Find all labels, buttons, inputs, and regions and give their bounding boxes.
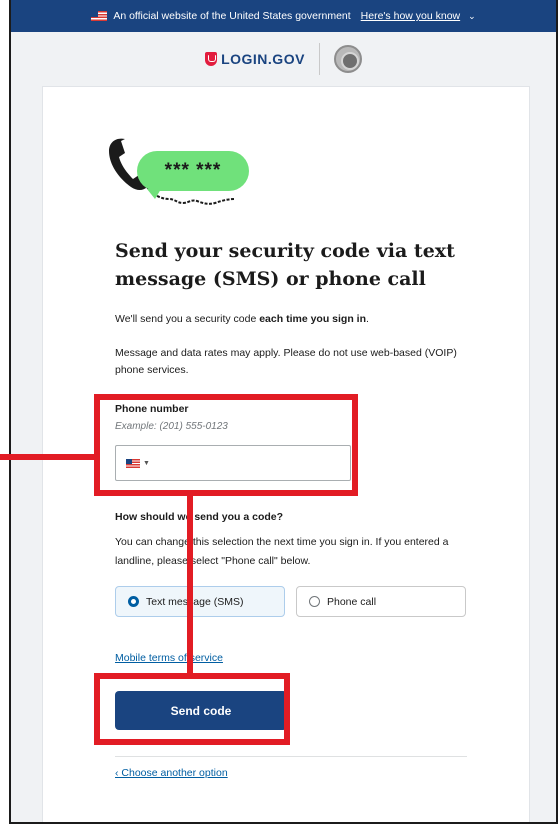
radio-text-message-label: Text message (SMS): [146, 595, 244, 608]
annotation-connector-horizontal: [0, 454, 94, 460]
intro-bold: each time you sign in: [259, 313, 366, 325]
site-header: LOGIN.GOV: [11, 32, 556, 86]
radio-phone-call[interactable]: Phone call: [296, 586, 466, 617]
chevron-down-icon[interactable]: ⌄: [468, 11, 476, 22]
radio-selected-icon[interactable]: [128, 596, 139, 607]
code-speech-bubble: *** ***: [137, 151, 249, 199]
rates-notice: Message and data rates may apply. Please…: [115, 347, 457, 376]
login-gov-logo[interactable]: LOGIN.GOV: [205, 51, 305, 67]
header-divider: [318, 43, 320, 75]
annotation-box-send: [94, 673, 290, 745]
page-title: Send your security code via text message…: [115, 240, 455, 290]
agency-seal-icon: [333, 45, 362, 73]
heres-how-you-know-link[interactable]: Here's how you know: [361, 10, 460, 22]
intro-text: We'll send you a security code each time…: [115, 313, 485, 325]
intro-prefix: We'll send you a security code: [115, 313, 260, 325]
radio-unselected-icon[interactable]: [309, 596, 320, 607]
gov-banner: An official website of the United States…: [11, 0, 556, 32]
delivery-method-description: You can change this selection the next t…: [115, 536, 449, 567]
radio-phone-call-label: Phone call: [327, 595, 377, 608]
delivery-method-label: How should we send you a code?: [115, 511, 284, 523]
radio-text-message[interactable]: Text message (SMS): [115, 586, 285, 617]
annotation-box-phone: [94, 394, 358, 496]
us-flag-icon: [91, 11, 108, 21]
gov-banner-text: An official website of the United States…: [113, 10, 351, 22]
annotation-connector-vertical: [187, 496, 193, 673]
choose-another-option-link[interactable]: ‹ Choose another option: [115, 767, 228, 779]
section-divider: [115, 756, 467, 757]
phone-illustration: *** ***: [103, 133, 273, 217]
intro-suffix: .: [366, 313, 369, 325]
mobile-terms-link[interactable]: Mobile terms of service: [115, 652, 223, 664]
logo-text: LOGIN.GOV: [221, 51, 305, 67]
login-gov-shield-icon: [205, 52, 218, 66]
